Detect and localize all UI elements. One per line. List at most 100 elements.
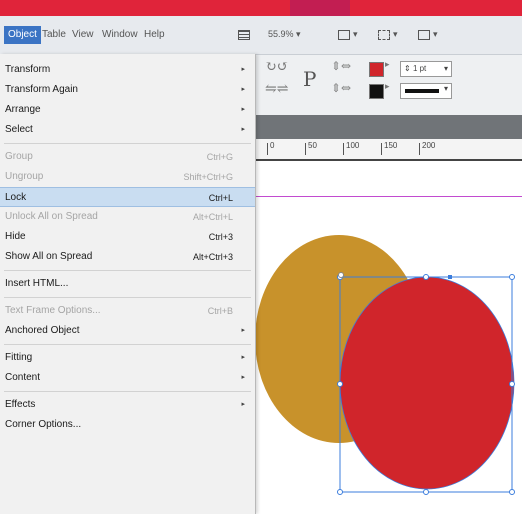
resize-handle[interactable] xyxy=(509,381,515,387)
stroke-chevron-icon[interactable]: ▸ xyxy=(385,82,390,92)
menu-item-transform[interactable]: Transform ▸ xyxy=(0,60,255,80)
menu-item-label: Show All on Spread xyxy=(5,251,93,262)
object-menu-dropdown: Transform ▸ Transform Again ▸ Arrange ▸ Select… xyxy=(0,54,256,514)
select-container-icon[interactable]: ⇕⇔ xyxy=(331,59,351,73)
menu-item-label: Unlock All on Spread xyxy=(5,211,98,222)
arrange-documents-icon[interactable] xyxy=(418,30,430,40)
application-top-bar xyxy=(0,0,522,16)
menu-item-effects[interactable]: Effects ▸ xyxy=(0,395,255,415)
fill-chevron-icon[interactable]: ▸ xyxy=(385,60,390,70)
resize-handle[interactable] xyxy=(423,489,429,495)
menu-item-label: Arrange xyxy=(5,104,41,115)
menu-item-transform-again[interactable]: Transform Again ▸ xyxy=(0,80,255,100)
ruler-label: 200 xyxy=(422,141,436,150)
menu-item-anchored-object[interactable]: Anchored Object ▸ xyxy=(0,321,255,341)
submenu-arrow-icon: ▸ xyxy=(241,374,245,381)
menu-item-fitting[interactable]: Fitting ▸ xyxy=(0,348,255,368)
menu-item-shortcut: Shift+Ctrl+G xyxy=(183,172,233,182)
menu-separator xyxy=(4,143,251,144)
menu-item-unlock-all-on-spread: Unlock All on Spread Alt+Ctrl+L xyxy=(0,207,255,227)
horizontal-ruler: 0 50 100 150 200 xyxy=(255,139,522,161)
document-tab-strip xyxy=(255,115,522,139)
resize-handle[interactable] xyxy=(337,381,343,387)
menu-item-corner-options[interactable]: Corner Options... xyxy=(0,415,255,435)
red-ellipse[interactable] xyxy=(339,276,515,490)
resize-handle[interactable] xyxy=(509,274,515,280)
menu-item-label: Select xyxy=(5,124,33,135)
menu-item-ungroup: Ungroup Shift+Ctrl+G xyxy=(0,167,255,187)
resize-handle[interactable] xyxy=(423,274,429,280)
rotate-icon[interactable]: ↻↺ xyxy=(265,59,288,75)
view-options-chevron-icon[interactable]: ▾ xyxy=(353,29,358,40)
menu-item-label: Effects xyxy=(5,399,36,410)
menu-table[interactable]: Table xyxy=(42,26,66,44)
submenu-arrow-icon: ▸ xyxy=(241,126,245,133)
view-options-icon[interactable] xyxy=(338,30,350,40)
submenu-arrow-icon: ▸ xyxy=(241,401,245,408)
menu-item-lock[interactable]: Lock Ctrl+L xyxy=(0,187,255,207)
top-bar-highlight xyxy=(290,0,350,16)
select-content-icon[interactable]: ⇕⇔ xyxy=(331,81,351,95)
ruler-tick xyxy=(343,143,344,155)
screen-mode-chevron-icon[interactable]: ▾ xyxy=(393,29,398,40)
ruler-label: 0 xyxy=(270,141,275,150)
menu-item-shortcut: Ctrl+B xyxy=(207,306,233,316)
menu-separator xyxy=(4,391,251,392)
control-panel: ↻↺ ⇋⇌ P ⇕⇔ ⇕⇔ ▸ ▸ ⇕ 1 pt ▾ ▾ xyxy=(255,55,522,116)
menu-item-show-all-on-spread[interactable]: Show All on Spread Alt+Ctrl+3 xyxy=(0,247,255,267)
menu-item-label: Insert HTML... xyxy=(5,278,69,289)
screen-mode-icon[interactable] xyxy=(378,30,390,40)
menu-item-shortcut: Ctrl+L xyxy=(208,193,233,203)
arrange-documents-chevron-icon[interactable]: ▾ xyxy=(433,29,438,40)
menu-item-shortcut: Ctrl+G xyxy=(206,152,233,162)
resize-handle[interactable] xyxy=(509,489,515,495)
menu-item-shortcut: Alt+Ctrl+3 xyxy=(192,252,233,262)
canvas-artwork[interactable] xyxy=(255,197,522,514)
menu-window[interactable]: Window xyxy=(102,26,138,44)
menu-item-shortcut: Alt+Ctrl+L xyxy=(192,212,233,222)
menu-item-arrange[interactable]: Arrange ▸ xyxy=(0,100,255,120)
menu-item-label: Fitting xyxy=(5,352,33,363)
menu-item-label: Group xyxy=(5,151,33,162)
menu-object[interactable]: Object xyxy=(4,26,41,44)
submenu-arrow-icon: ▸ xyxy=(241,354,245,361)
stroke-type-chevron-icon: ▾ xyxy=(443,84,448,93)
menu-separator xyxy=(4,270,251,271)
fill-swatch[interactable] xyxy=(369,62,384,77)
reference-point-icon[interactable]: P xyxy=(303,67,316,91)
menu-item-label: Ungroup xyxy=(5,171,44,182)
content-grabber-handle[interactable] xyxy=(448,275,452,279)
menu-item-select[interactable]: Select ▸ xyxy=(0,120,255,140)
menu-view[interactable]: View xyxy=(72,26,94,44)
gold-ellipse-anchor xyxy=(338,272,344,278)
menu-item-label: Lock xyxy=(5,192,27,203)
submenu-arrow-icon: ▸ xyxy=(241,86,245,93)
menu-item-group: Group Ctrl+G xyxy=(0,147,255,167)
submenu-arrow-icon: ▸ xyxy=(241,106,245,113)
menu-item-label: Hide xyxy=(5,231,26,242)
resize-handle[interactable] xyxy=(337,489,343,495)
menu-item-hide[interactable]: Hide Ctrl+3 xyxy=(0,227,255,247)
ruler-tick xyxy=(267,143,268,155)
menu-item-shortcut: Ctrl+3 xyxy=(208,232,233,242)
submenu-arrow-icon: ▸ xyxy=(241,66,245,73)
menu-item-label: Transform Again xyxy=(5,84,78,95)
menu-item-label: Corner Options... xyxy=(5,419,82,430)
ruler-tick xyxy=(381,143,382,155)
bridge-icon[interactable] xyxy=(238,30,250,40)
menu-help[interactable]: Help xyxy=(144,26,165,44)
menu-item-content[interactable]: Content ▸ xyxy=(0,368,255,388)
stroke-type-dropdown[interactable]: ▾ xyxy=(400,83,452,99)
stroke-swatch[interactable] xyxy=(369,84,384,99)
menu-separator xyxy=(4,344,251,345)
ruler-label: 50 xyxy=(308,141,317,150)
menu-separator xyxy=(4,297,251,298)
ruler-tick xyxy=(419,143,420,155)
flip-icon[interactable]: ⇋⇌ xyxy=(265,81,288,97)
ruler-tick xyxy=(305,143,306,155)
menu-item-label: Text Frame Options... xyxy=(5,305,101,316)
menu-item-insert-html[interactable]: Insert HTML... xyxy=(0,274,255,294)
menu-item-label: Content xyxy=(5,372,41,383)
stroke-weight-field[interactable]: ⇕ 1 pt ▾ xyxy=(400,61,452,77)
zoom-level[interactable]: 55.9% ▾ xyxy=(268,29,301,40)
